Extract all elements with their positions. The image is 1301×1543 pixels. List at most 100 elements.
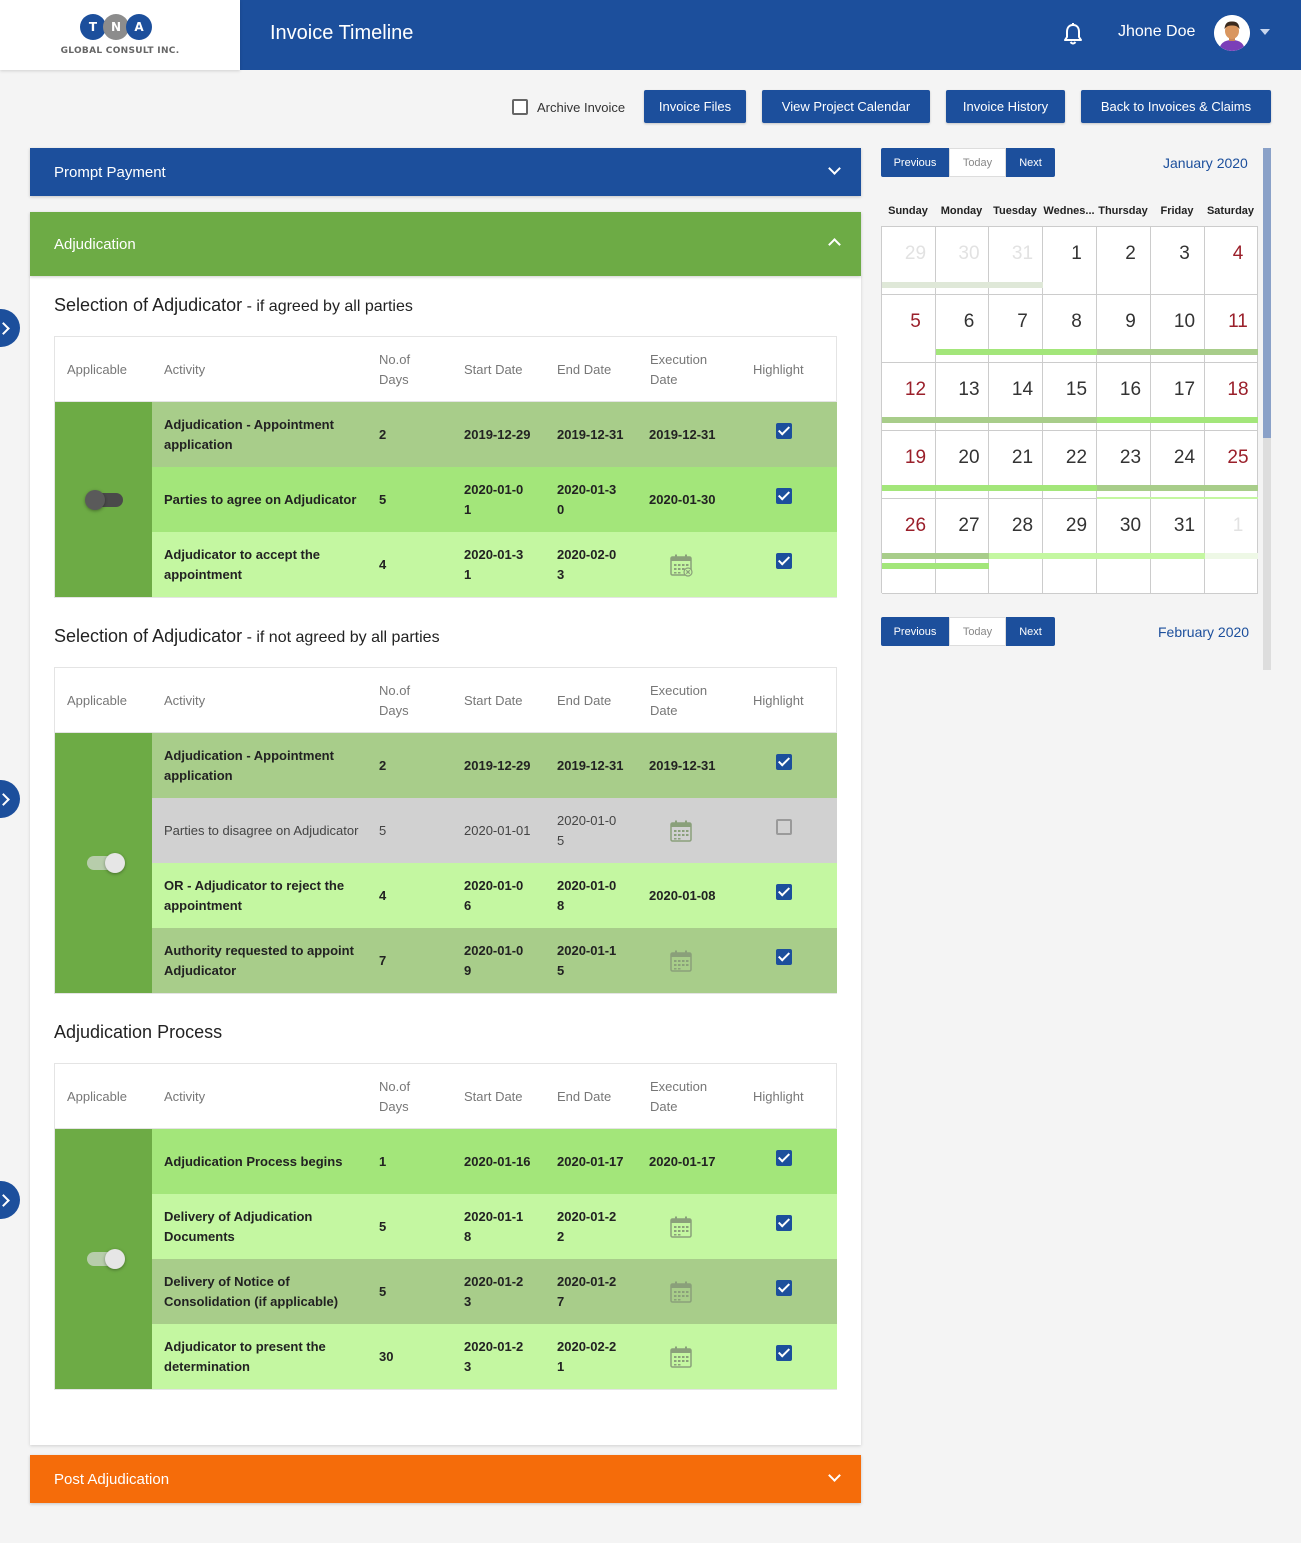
calendar-day-cell[interactable]: 1 (1205, 499, 1258, 594)
calendar-day-cell[interactable]: 12 (882, 363, 936, 431)
calendar-day-cell[interactable]: 25 (1205, 431, 1258, 503)
calendar-event-bar[interactable] (1043, 417, 1097, 423)
calendar-day-cell[interactable]: 30 (1097, 499, 1151, 594)
calendar-day-cell[interactable]: 4 (1205, 227, 1258, 295)
calendar-icon[interactable] (669, 949, 693, 973)
toggle-knob[interactable] (85, 490, 105, 510)
archive-invoice-checkbox[interactable]: Archive Invoice (512, 99, 625, 115)
calendar-icon[interactable] (669, 819, 693, 843)
calendar-day-cell[interactable]: 24 (1151, 431, 1205, 503)
view-project-calendar-button[interactable]: View Project Calendar (762, 90, 930, 123)
invoice-history-button[interactable]: Invoice History (946, 90, 1065, 123)
calendar-previous-button[interactable]: Previous (881, 148, 949, 177)
calendar-event-bar[interactable] (1205, 349, 1258, 355)
user-name[interactable]: Jhone Doe (1118, 23, 1195, 41)
calendar-day-cell[interactable]: 29 (882, 227, 936, 295)
calendar-day-cell[interactable]: 23 (1097, 431, 1151, 503)
calendar-event-bar[interactable] (936, 417, 989, 423)
calendar-event-bar[interactable] (1205, 417, 1258, 423)
calendar-day-cell[interactable]: 14 (989, 363, 1043, 431)
calendar-day-cell[interactable]: 1 (1043, 227, 1097, 295)
calendar-event-bar[interactable] (936, 553, 989, 559)
expand-section-arrow-icon[interactable] (0, 1181, 20, 1219)
calendar-event-bar[interactable] (989, 485, 1043, 491)
chevron-up-icon[interactable] (828, 238, 841, 251)
calendar-event-bar[interactable] (1043, 485, 1097, 491)
calendar-event-bar[interactable] (1043, 553, 1097, 559)
back-to-invoices-button[interactable]: Back to Invoices & Claims (1081, 90, 1271, 123)
calendar-day-cell[interactable]: 11 (1205, 295, 1258, 363)
calendar-event-bar[interactable] (1151, 485, 1205, 491)
calendar-event-bar[interactable] (989, 349, 1043, 355)
calendar-day-cell[interactable]: 10 (1151, 295, 1205, 363)
calendar-next-button[interactable]: Next (1006, 617, 1055, 646)
highlight-checkbox[interactable] (776, 884, 792, 900)
calendar-day-cell[interactable]: 15 (1043, 363, 1097, 431)
logo[interactable]: T N A GLOBAL CONSULT INC. (0, 0, 240, 70)
calendar-event-bar[interactable] (882, 417, 936, 423)
calendar-day-cell[interactable]: 27 (936, 499, 989, 594)
highlight-checkbox[interactable] (776, 553, 792, 569)
calendar-scrollbar[interactable] (1263, 148, 1271, 670)
calendar-day-cell[interactable]: 8 (1043, 295, 1097, 363)
calendar-event-bar[interactable] (1097, 417, 1151, 423)
avatar[interactable] (1214, 15, 1250, 51)
invoice-files-button[interactable]: Invoice Files (644, 90, 746, 123)
applicable-toggle[interactable] (87, 1249, 125, 1269)
calendar-event-bar[interactable] (1151, 553, 1205, 559)
calendar-event-bar[interactable] (936, 349, 989, 355)
chevron-down-icon[interactable] (828, 162, 841, 175)
calendar-day-cell[interactable]: 29 (1043, 499, 1097, 594)
calendar-event-bar[interactable] (1097, 485, 1151, 491)
calendar-day-cell[interactable]: 9 (1097, 295, 1151, 363)
calendar-day-cell[interactable]: 22 (1043, 431, 1097, 499)
adjudication-accordion[interactable]: Adjudication (30, 212, 861, 276)
calendar-next-button[interactable]: Next (1006, 148, 1055, 177)
calendar-day-cell[interactable]: 21 (989, 431, 1043, 499)
calendar-icon[interactable] (669, 1215, 693, 1239)
highlight-checkbox[interactable] (776, 1345, 792, 1361)
highlight-checkbox[interactable] (776, 1215, 792, 1231)
calendar-event-bar[interactable] (1151, 349, 1205, 355)
checkbox-icon[interactable] (512, 99, 528, 115)
calendar-day-cell[interactable]: 16 (1097, 363, 1151, 431)
calendar-icon[interactable] (669, 1280, 693, 1304)
calendar-today-button[interactable]: Today (949, 617, 1006, 646)
toggle-knob[interactable] (105, 1249, 125, 1269)
calendar-day-cell[interactable]: 17 (1151, 363, 1205, 431)
prompt-payment-accordion[interactable]: Prompt Payment (30, 148, 861, 196)
highlight-checkbox[interactable] (776, 754, 792, 770)
highlight-checkbox[interactable] (776, 1280, 792, 1296)
calendar-event-bar[interactable] (1043, 349, 1097, 355)
calendar-event-bar[interactable] (1097, 349, 1151, 355)
calendar-day-cell[interactable]: 2 (1097, 227, 1151, 295)
calendar-day-cell[interactable]: 20 (936, 431, 989, 499)
calendar-event-bar[interactable] (1151, 417, 1205, 423)
calendar-day-cell[interactable]: 28 (989, 499, 1043, 594)
calendar-event-bar[interactable] (936, 282, 989, 288)
calendar-day-cell[interactable]: 26 (882, 499, 936, 594)
calendar-event-bar[interactable] (989, 553, 1043, 559)
calendar-day-cell[interactable]: 13 (936, 363, 989, 431)
calendar-event-bar[interactable] (989, 282, 1043, 288)
calendar-event-bar[interactable] (882, 485, 936, 491)
expand-section-arrow-icon[interactable] (0, 309, 20, 347)
calendar-day-cell[interactable]: 19 (882, 431, 936, 499)
calendar-previous-button[interactable]: Previous (881, 617, 949, 646)
calendar-event-bar[interactable] (1205, 485, 1258, 491)
post-adjudication-accordion[interactable]: Post Adjudication (30, 1455, 861, 1503)
calendar-event-bar[interactable] (882, 282, 936, 288)
highlight-checkbox[interactable] (776, 819, 792, 835)
calendar-event-bar[interactable] (1205, 553, 1258, 559)
calendar-day-cell[interactable]: 6 (936, 295, 989, 363)
calendar-day-cell[interactable]: 31 (989, 227, 1043, 295)
calendar-event-bar[interactable] (989, 417, 1043, 423)
toggle-knob[interactable] (105, 853, 125, 873)
calendar-x-icon[interactable] (669, 553, 693, 577)
calendar-event-bar[interactable] (936, 563, 989, 569)
calendar-day-cell[interactable]: 30 (936, 227, 989, 295)
calendar-event-bar[interactable] (882, 553, 936, 559)
applicable-toggle[interactable] (85, 490, 123, 510)
calendar-event-bar[interactable] (882, 563, 936, 569)
user-menu-caret-icon[interactable] (1260, 29, 1270, 35)
